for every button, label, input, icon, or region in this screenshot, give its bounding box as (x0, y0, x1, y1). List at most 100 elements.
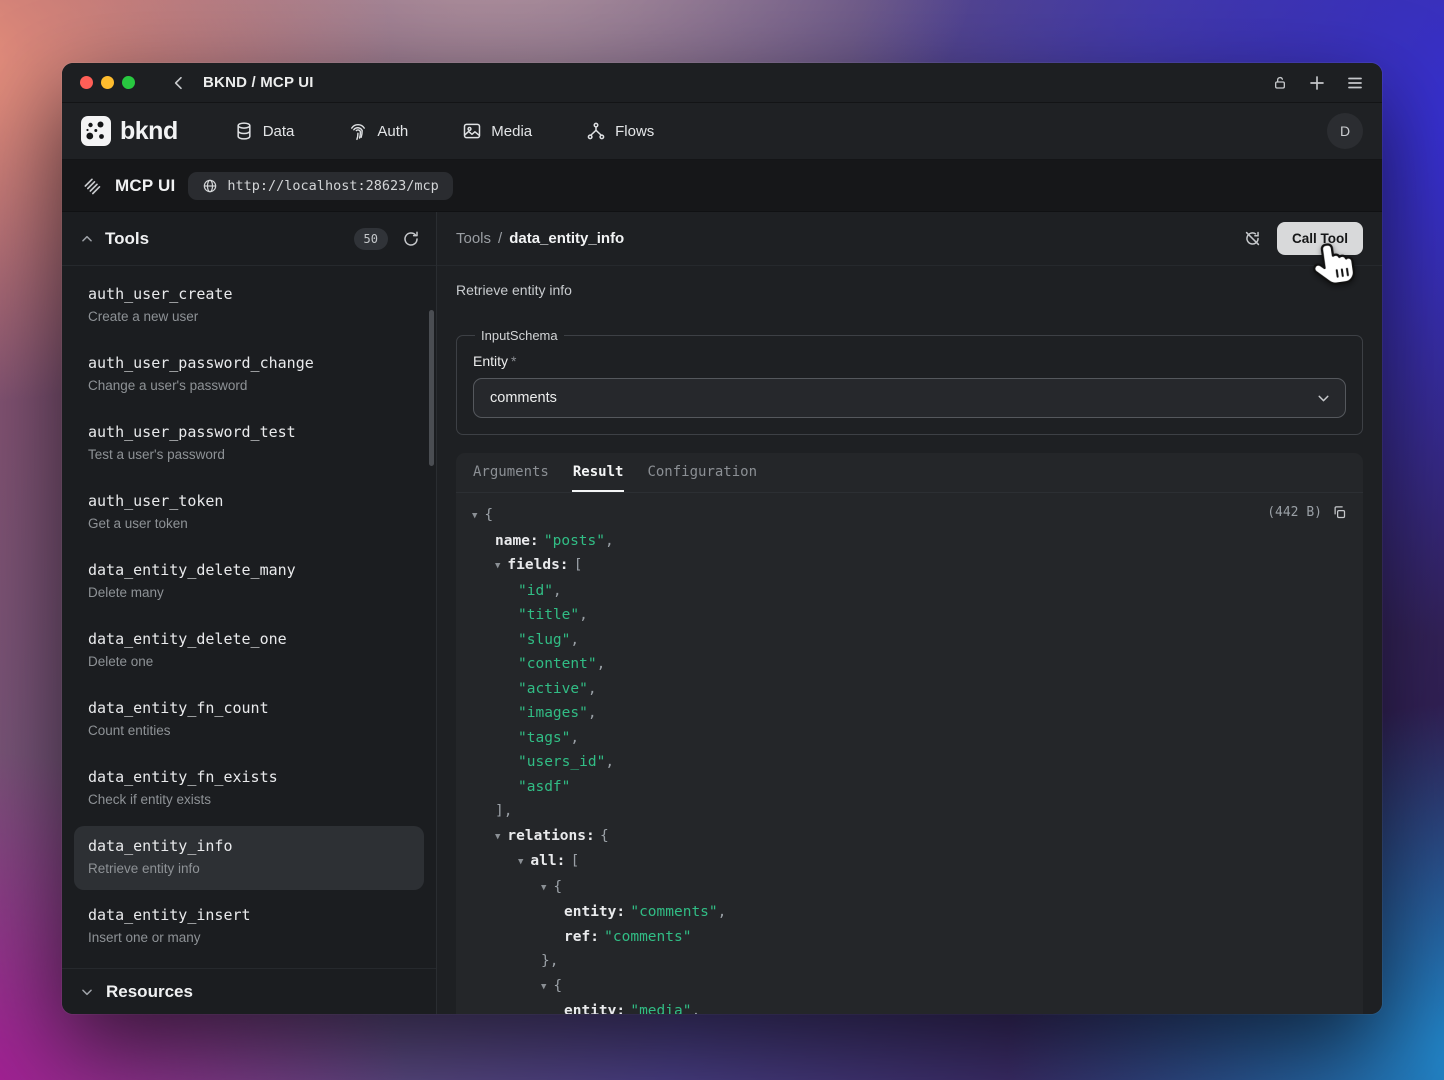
server-url: http://localhost:28623/mcp (227, 178, 438, 194)
tool-item-auth_user_create[interactable]: auth_user_create Create a new user (74, 274, 424, 338)
entity-field-label: Entity* (473, 353, 1346, 369)
zoom-button[interactable] (122, 76, 135, 89)
toggle-triangle-icon[interactable]: ▼ (495, 561, 500, 571)
json-viewer: (442 B) ▼{ name:"posts", ▼fields:[ "id",… (456, 493, 1363, 1014)
json-line: name:"posts", (472, 529, 1347, 554)
traffic-lights (80, 76, 135, 89)
toggle-triangle-icon[interactable]: ▼ (518, 857, 523, 867)
toggle-triangle-icon[interactable]: ▼ (541, 982, 546, 992)
chevron-down-icon (80, 985, 94, 999)
tools-section-title: Tools (105, 229, 149, 249)
json-line: ▼all:[ (472, 849, 1347, 875)
tool-item-data_entity_delete_one[interactable]: data_entity_delete_one Delete one (74, 619, 424, 683)
json-line: ▼fields:[ (472, 553, 1347, 579)
tool-name: data_entity_fn_exists (88, 767, 410, 788)
tool-item-auth_user_token[interactable]: auth_user_token Get a user token (74, 481, 424, 545)
tool-item-data_entity_delete_many[interactable]: data_entity_delete_many Delete many (74, 550, 424, 614)
chevron-down-icon (1315, 390, 1332, 407)
tool-item-data_entity_fn_exists[interactable]: data_entity_fn_exists Check if entity ex… (74, 757, 424, 821)
tool-desc: Get a user token (88, 514, 410, 533)
breadcrumb-separator: / (498, 230, 502, 247)
sidebar-scrollbar[interactable] (429, 310, 434, 466)
tools-count-badge: 50 (354, 228, 388, 250)
database-icon (234, 121, 254, 141)
brand-name: bknd (120, 117, 178, 146)
bknd-logo-icon (81, 116, 111, 146)
tab-bar: Arguments Result Configuration (456, 453, 1363, 493)
tool-detail-panel: Tools / data_entity_info Call Tool Retri… (437, 212, 1382, 1014)
refresh-icon[interactable] (402, 230, 420, 248)
tool-desc: Test a user's password (88, 445, 410, 464)
back-chevron-icon[interactable] (171, 75, 187, 91)
app-window: BKND / MCP UI bknd Data (62, 63, 1382, 1014)
tool-desc: Change a user's password (88, 376, 410, 395)
fingerprint-icon (348, 121, 368, 141)
tools-section-header[interactable]: Tools 50 (62, 212, 436, 266)
resources-section-title: Resources (106, 982, 193, 1002)
breadcrumb: Tools / data_entity_info (456, 230, 624, 247)
tab-configuration[interactable]: Configuration (646, 453, 758, 492)
nav-item-auth[interactable]: Auth (348, 121, 408, 141)
toggle-triangle-icon[interactable]: ▼ (495, 832, 500, 842)
flows-icon (586, 121, 606, 141)
tool-item-data_entity_insert[interactable]: data_entity_insert Insert one or many (74, 895, 424, 959)
json-line: "asdf" (472, 775, 1347, 800)
tool-desc: Delete many (88, 583, 410, 602)
avatar[interactable]: D (1327, 113, 1363, 149)
required-mark: * (511, 353, 516, 369)
json-line: ], (472, 799, 1347, 824)
minimize-button[interactable] (101, 76, 114, 89)
menu-icon[interactable] (1346, 74, 1364, 92)
breadcrumb-current: data_entity_info (509, 230, 624, 247)
copy-icon[interactable] (1332, 505, 1347, 520)
nav-item-flows[interactable]: Flows (586, 121, 654, 141)
json-line: ▼{ (472, 974, 1347, 1000)
tool-name: data_entity_insert (88, 905, 410, 926)
close-button[interactable] (80, 76, 93, 89)
tool-item-data_entity_fn_count[interactable]: data_entity_fn_count Count entities (74, 688, 424, 752)
brand[interactable]: bknd (81, 116, 178, 146)
nav-item-data[interactable]: Data (234, 121, 295, 141)
tool-item-data_entity_info[interactable]: data_entity_info Retrieve entity info (74, 826, 424, 890)
tool-item-auth_user_password_change[interactable]: auth_user_password_change Change a user'… (74, 343, 424, 407)
mcp-toolbar: MCP UI http://localhost:28623/mcp (62, 160, 1382, 212)
nav-item-label: Flows (615, 123, 654, 140)
breadcrumb-section[interactable]: Tools (456, 230, 491, 247)
tool-desc: Check if entity exists (88, 790, 410, 809)
tool-detail-header: Tools / data_entity_info Call Tool (437, 212, 1382, 266)
nav-item-media[interactable]: Media (462, 121, 532, 141)
tools-sidebar: Tools 50 auth_user_create Create a new u… (62, 212, 437, 1014)
json-line: "users_id", (472, 750, 1347, 775)
json-line: ▼{ (472, 503, 1347, 529)
unlock-icon[interactable] (1272, 75, 1288, 91)
toggle-triangle-icon[interactable]: ▼ (472, 511, 477, 521)
json-line: ▼{ (472, 875, 1347, 901)
auto-call-disabled-icon[interactable] (1243, 229, 1262, 248)
tool-item-auth_user_password_test[interactable]: auth_user_password_test Test a user's pa… (74, 412, 424, 476)
server-url-pill[interactable]: http://localhost:28623/mcp (188, 172, 452, 200)
avatar-initial: D (1340, 123, 1350, 139)
json-line: "active", (472, 677, 1347, 702)
new-tab-icon[interactable] (1308, 74, 1326, 92)
resources-section-header[interactable]: Resources (62, 968, 436, 1014)
tab-result[interactable]: Result (572, 453, 625, 492)
entity-select[interactable]: comments (473, 378, 1346, 418)
tool-desc: Create a new user (88, 307, 410, 326)
page-title: MCP UI (115, 176, 175, 196)
tool-name: data_entity_fn_count (88, 698, 410, 719)
image-icon (462, 121, 482, 141)
tool-name: auth_user_create (88, 284, 410, 305)
chevron-up-icon (80, 232, 94, 246)
tool-desc: Insert one or many (88, 928, 410, 947)
toggle-triangle-icon[interactable]: ▼ (541, 883, 546, 893)
tools-list: auth_user_create Create a new user auth_… (62, 266, 436, 968)
result-panel: Arguments Result Configuration (442 B) ▼… (456, 453, 1363, 1014)
nav-item-label: Data (263, 123, 295, 140)
tab-arguments[interactable]: Arguments (472, 453, 550, 492)
call-tool-button[interactable]: Call Tool (1277, 222, 1363, 255)
result-size: (442 B) (1267, 505, 1322, 520)
tool-name: data_entity_info (88, 836, 410, 857)
json-line: ▼relations:{ (472, 824, 1347, 850)
json-line: "tags", (472, 726, 1347, 751)
tool-desc: Count entities (88, 721, 410, 740)
